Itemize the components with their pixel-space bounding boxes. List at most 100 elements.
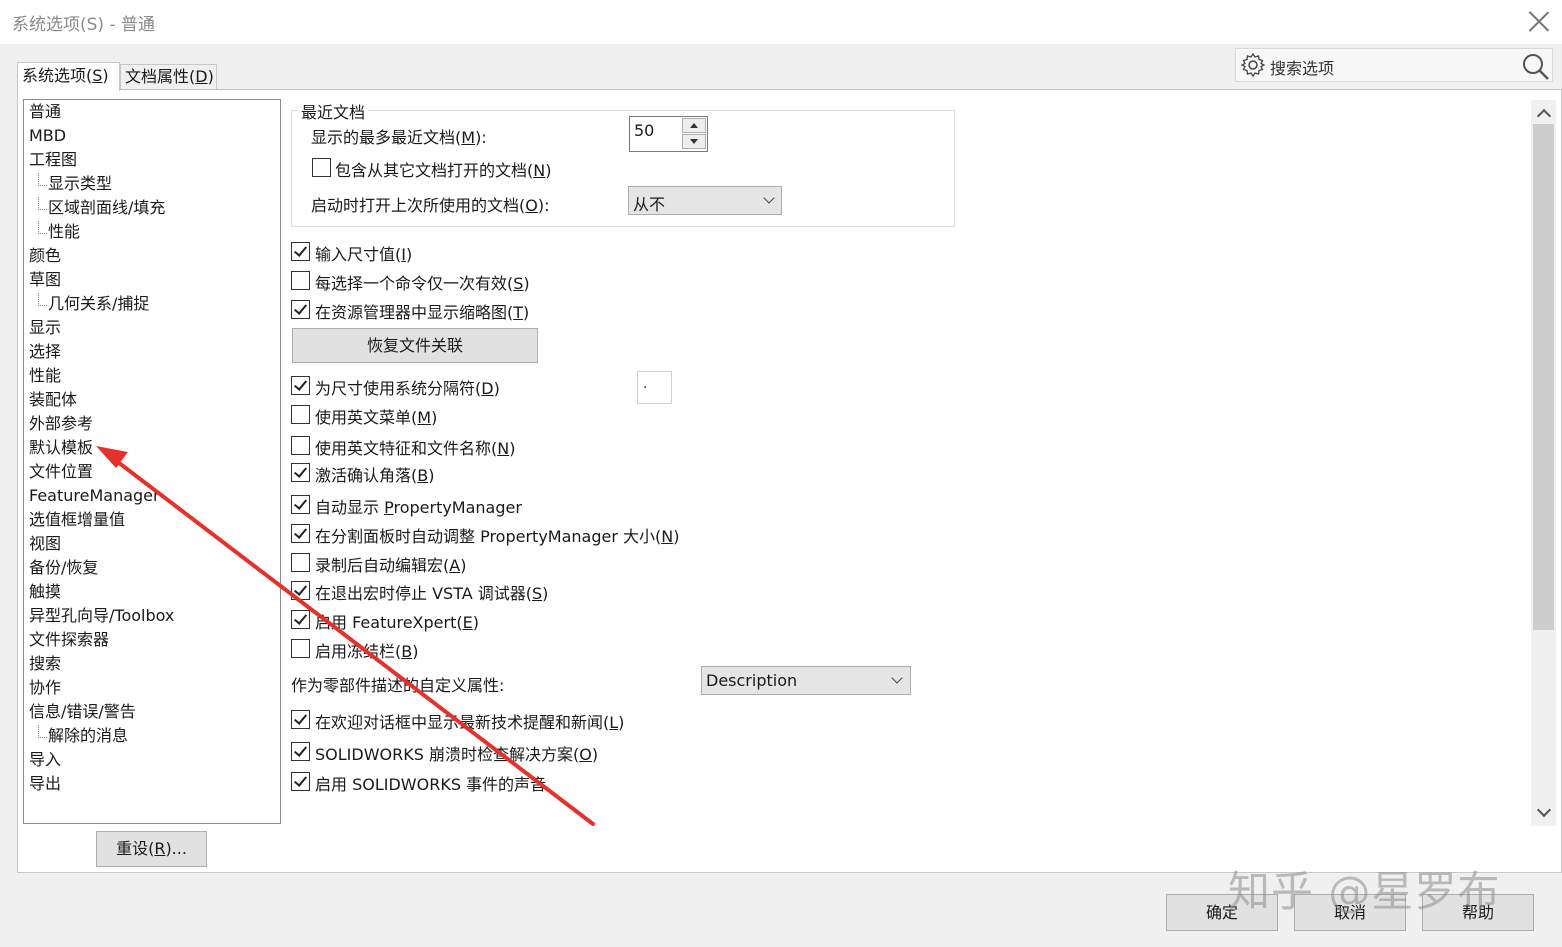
tree-item[interactable]: 信息/错误/警告 — [29, 701, 136, 723]
option-checkbox[interactable] — [291, 463, 310, 482]
option-label-text: 激活确认角落( — [315, 466, 418, 485]
include-other-docs-checkbox[interactable] — [312, 158, 331, 177]
restore-file-association-button[interactable]: 恢复文件关联 — [292, 328, 538, 363]
stepper-down-button[interactable] — [682, 134, 706, 149]
option-label-text: 输入尺寸值( — [315, 245, 402, 264]
option-label: 在欢迎对话框中显示最新技术提醒和新闻(L) — [315, 709, 624, 733]
option-label-text: 启用冻结栏( — [315, 642, 402, 661]
include-other-docs-label: 包含从其它文档打开的文档(N) — [335, 157, 551, 181]
option-checkbox[interactable] — [291, 376, 310, 395]
scrollbar-thumb[interactable] — [1533, 124, 1554, 630]
tab-label: 系统选项( — [22, 66, 93, 85]
scroll-up-icon[interactable] — [1537, 106, 1549, 118]
open-last-value: 从不 — [633, 195, 666, 214]
label-mnemonic: O — [525, 196, 538, 215]
option-mnemonic: O — [579, 745, 592, 764]
separator-value[interactable]: . — [643, 376, 647, 392]
tree-item[interactable]: 文件探索器 — [29, 629, 109, 651]
option-checkbox[interactable] — [291, 242, 310, 261]
reset-label: 重设( — [116, 839, 155, 858]
tree-item[interactable]: 工程图 — [29, 149, 77, 171]
stepper-up-button[interactable] — [682, 118, 706, 133]
tab-system-options[interactable]: 系统选项(S) — [17, 62, 120, 91]
tree-item[interactable]: 性能 — [29, 365, 61, 387]
option-label: 启用 SOLIDWORKS 事件的声音 — [315, 771, 546, 795]
triangle-up-icon — [690, 123, 698, 128]
option-checkbox[interactable] — [291, 553, 310, 572]
tree-item[interactable]: 选择 — [29, 341, 61, 363]
option-checkbox[interactable] — [291, 610, 310, 629]
tree-item[interactable]: 普通 — [29, 101, 61, 123]
tree-item[interactable]: 区域剖面线/填充 — [48, 197, 165, 219]
tree-item[interactable]: 性能 — [48, 221, 80, 243]
option-checkbox[interactable] — [291, 772, 310, 791]
close-icon[interactable] — [1528, 10, 1550, 32]
tree-item[interactable]: 导入 — [29, 749, 61, 771]
option-checkbox[interactable] — [291, 742, 310, 761]
option-checkbox[interactable] — [291, 639, 310, 658]
option-label-text: 使用英文特征和文件名称( — [315, 439, 498, 458]
option-label: 使用英文特征和文件名称(N) — [315, 435, 515, 459]
option-label: 启用冻结栏(B) — [315, 638, 418, 662]
tree-item[interactable]: 选值框增量值 — [29, 509, 125, 531]
option-label-suffix: ) — [523, 303, 530, 322]
gear-icon[interactable] — [1240, 52, 1266, 78]
tree-item[interactable]: 解除的消息 — [48, 725, 128, 747]
tree-item[interactable]: 备份/恢复 — [29, 557, 98, 579]
tree-item[interactable]: 异型孔向导/Toolbox — [29, 605, 174, 627]
custom-property-label: 作为零部件描述的自定义属性: — [291, 676, 505, 695]
option-mnemonic: N — [661, 527, 674, 546]
reset-button[interactable]: 重设(R)... — [96, 831, 207, 867]
option-checkbox[interactable] — [291, 405, 310, 424]
open-last-select[interactable]: 从不 — [628, 186, 782, 215]
tree-item[interactable]: FeatureManager — [29, 485, 160, 507]
max-recent-stepper[interactable]: 50 — [629, 116, 708, 152]
tree-item[interactable]: 文件位置 — [29, 461, 93, 483]
tree-item[interactable]: 默认模板 — [29, 437, 93, 459]
label-suffix: ): — [537, 196, 550, 215]
tree-item[interactable]: 装配体 — [29, 389, 77, 411]
separator-field[interactable]: . — [637, 371, 672, 404]
tree-item[interactable]: 外部参考 — [29, 413, 93, 435]
option-checkbox[interactable] — [291, 581, 310, 600]
option-label: 启用 FeatureXpert(E) — [315, 609, 479, 633]
option-mnemonic: T — [513, 303, 524, 322]
tree-item[interactable]: 搜索 — [29, 653, 61, 675]
scroll-down-icon[interactable] — [1537, 806, 1549, 818]
tree-item[interactable]: 草图 — [29, 269, 61, 291]
option-label-text: 自动显示 — [315, 498, 385, 517]
option-checkbox[interactable] — [291, 710, 310, 729]
option-checkbox[interactable] — [291, 271, 310, 290]
option-label: 在分割面板时自动调整 PropertyManager 大小(N) — [315, 523, 679, 547]
search-icon[interactable] — [1521, 52, 1551, 82]
option-checkbox[interactable] — [291, 495, 310, 514]
reset-suffix: )... — [165, 839, 187, 858]
tree-item[interactable]: 导出 — [29, 773, 61, 795]
tree-item[interactable]: 几何关系/捕捉 — [48, 293, 149, 315]
option-label-text: 在欢迎对话框中显示最新技术提醒和新闻( — [315, 713, 610, 732]
tree-item[interactable]: MBD — [29, 125, 66, 147]
option-label-text: 每选择一个命令仅一次有效( — [315, 274, 514, 293]
options-tree[interactable]: 普通 MBD 工程图 显示类型 区域剖面线/填充 性能 颜色 草图 几何关系/捕捉 显示 选择 性能装… — [23, 99, 281, 824]
tab-mnemonic: S — [92, 66, 103, 85]
option-label: 为尺寸使用系统分隔符(D) — [315, 375, 500, 399]
option-label-suffix: ) — [673, 527, 680, 546]
tab-document-properties[interactable]: 文档属性(D) — [120, 64, 217, 89]
label-text: 显示的最多最近文档( — [311, 128, 462, 147]
tree-item[interactable]: 颜色 — [29, 245, 61, 267]
tree-item[interactable]: 显示类型 — [48, 173, 112, 195]
custom-property-select[interactable]: Description — [701, 666, 911, 695]
option-label-suffix: ) — [472, 613, 479, 632]
option-label-text: 使用英文菜单( — [315, 408, 418, 427]
option-checkbox[interactable] — [291, 300, 310, 319]
tree-item[interactable]: 触摸 — [29, 581, 61, 603]
option-checkbox[interactable] — [291, 524, 310, 543]
option-mnemonic: N — [497, 439, 510, 458]
max-recent-value[interactable]: 50 — [634, 121, 654, 140]
option-checkbox[interactable] — [291, 436, 310, 455]
tree-item[interactable]: 视图 — [29, 533, 61, 555]
tree-item[interactable]: 协作 — [29, 677, 61, 699]
tree-item[interactable]: 显示 — [29, 317, 61, 339]
option-label-suffix: ) — [542, 584, 549, 603]
recent-docs-title: 最近文档 — [298, 99, 369, 123]
